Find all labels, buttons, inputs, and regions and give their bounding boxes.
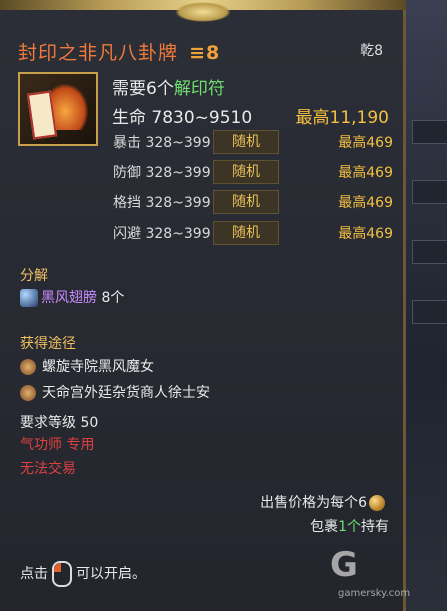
source-title: 获得途径 [20,336,76,352]
decompose-title: 分解 [20,268,48,284]
background-panel-strip [412,120,447,144]
slot-label: 乾8 [360,43,383,59]
stat-label: 闪避 328~399 [113,226,211,242]
stat-label: 防御 328~399 [113,165,211,181]
merchant-icon [20,385,36,401]
flame-graphic [50,84,88,130]
level-requirement: 要求等级 50 [20,415,99,431]
decompose-count: 8个 [101,290,125,306]
random-button[interactable]: 随机 [213,190,279,214]
bagua-card-icon[interactable] [18,72,98,146]
class-requirement: 气功师 专用 [20,437,95,453]
watermark: G gamersky.com [330,545,410,599]
hp-max: 最高11,190 [295,108,389,128]
item-tooltip: 封印之非凡八卦牌 ≡8 乾8 需要6个解印符 生命 7830~9510 最高11… [0,0,406,611]
source-item: 螺旋寺院黑风魔女 [20,356,154,376]
random-button[interactable]: 随机 [213,130,279,154]
source-item: 天命宫外廷杂货商人徐士安 [20,382,210,402]
stat-max: 最高469 [338,165,393,181]
background-panel-strip [412,180,447,204]
requirement-material[interactable]: 解印符 [174,79,225,99]
grade-icon: ≡ [189,42,206,64]
stat-row: 闪避 328~399 随机 最高469 [113,221,393,246]
source-text: 螺旋寺院黑风魔女 [42,359,154,375]
decompose-material[interactable]: 黑风翅膀 [41,290,97,306]
open-hint: 点击 可以开启。 [20,561,146,587]
random-button[interactable]: 随机 [213,160,279,184]
npc-icon [20,359,36,375]
bag-number: 1个 [338,519,361,535]
requirement-prefix: 需要6个 [112,79,174,99]
item-title: 封印之非凡八卦牌 ≡8 [18,38,220,65]
decompose-row: 黑风翅膀 8个 [20,287,124,307]
feather-icon [20,289,38,307]
stat-max: 最高469 [338,226,393,242]
trade-status: 无法交易 [20,461,76,477]
background-panel-strip [412,240,447,264]
stat-row: 暴击 328~399 随机 最高469 [113,130,393,155]
stat-label: 暴击 328~399 [113,135,211,151]
grade-number: 8 [205,42,221,64]
stat-label: 格挡 328~399 [113,195,211,211]
watermark-logo: G [330,545,358,585]
watermark-text: gamersky.com [338,588,411,599]
stat-max: 最高469 [338,135,393,151]
stat-row: 格挡 328~399 随机 最高469 [113,190,393,215]
bag-prefix: 包裹 [310,519,339,535]
sell-price: 出售价格为每个6 [260,492,385,512]
stat-row: 防御 328~399 随机 最高469 [113,160,393,185]
sell-text: 出售价格为每个6 [260,495,367,511]
item-name: 封印之非凡八卦牌 [18,42,179,64]
coin-icon [369,495,385,511]
tooltip-ornament [175,2,231,22]
open-hint-prefix: 点击 [20,566,48,582]
bag-count: 包裹1个持有 [310,516,389,536]
hp-range: 生命 7830~9510 [112,108,253,128]
mouse-icon [52,561,72,587]
source-text: 天命宫外廷杂货商人徐士安 [42,385,210,401]
stat-max: 最高469 [338,195,393,211]
requirement-line: 需要6个解印符 [112,74,225,99]
random-button[interactable]: 随机 [213,221,279,245]
bag-suffix: 持有 [361,519,389,535]
background-panel-strip [412,300,447,324]
open-hint-suffix: 可以开启。 [76,566,146,582]
